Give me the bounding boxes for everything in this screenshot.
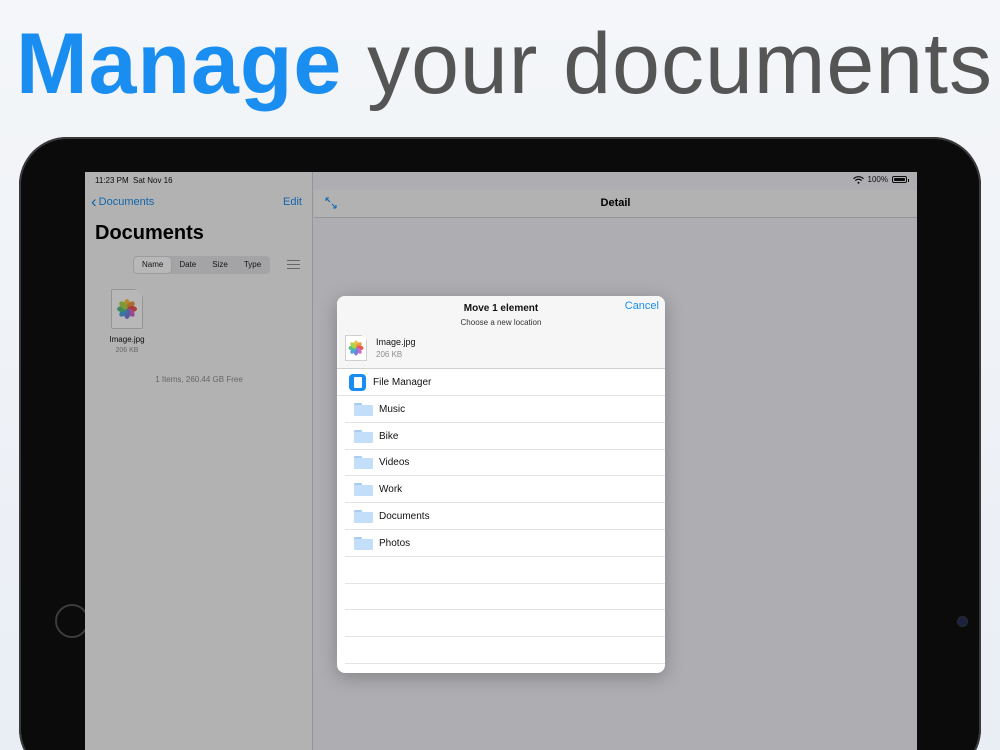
moving-file-size: 206 KB: [376, 350, 403, 359]
folder-row-documents[interactable]: Documents: [337, 503, 665, 530]
root-label: File Manager: [373, 376, 432, 388]
folder-icon: [354, 483, 373, 497]
moving-file-name: Image.jpg: [376, 337, 416, 347]
empty-row: [337, 584, 665, 611]
folder-label: Photos: [379, 537, 411, 549]
move-dialog: Move 1 element Choose a new location Can…: [337, 296, 665, 673]
move-dialog-header: Move 1 element Choose a new location Can…: [337, 296, 665, 369]
folder-label: Music: [379, 403, 406, 415]
folder-icon: [354, 429, 373, 443]
folder-row-bike[interactable]: Bike: [337, 423, 665, 450]
empty-row: [337, 637, 665, 664]
file-manager-app-icon: [349, 373, 366, 391]
ipad-screen: 11:23 PM Sat Nov 16 100% ‹ Documents Edi…: [85, 172, 917, 750]
moving-file-text: Image.jpg 206 KB: [376, 337, 416, 359]
folder-row-work[interactable]: Work: [337, 476, 665, 503]
empty-row: [337, 610, 665, 637]
empty-row: [337, 557, 665, 584]
move-dialog-subtitle: Choose a new location: [460, 318, 542, 327]
folder-icon: [354, 510, 373, 524]
folder-row-videos[interactable]: Videos: [337, 450, 665, 477]
moving-file-summary: Image.jpg 206 KB: [345, 335, 416, 361]
file-thumbnail: [345, 335, 367, 361]
folder-label: Work: [379, 484, 403, 496]
move-dialog-title: Move 1 element: [463, 303, 539, 314]
folder-label: Documents: [379, 511, 430, 523]
folder-icon: [354, 536, 373, 550]
folder-label: Bike: [379, 430, 399, 442]
location-root-file-manager[interactable]: File Manager: [337, 369, 665, 396]
camera-icon: [958, 617, 967, 626]
home-button[interactable]: [55, 604, 89, 638]
folder-row-photos[interactable]: Photos: [337, 530, 665, 557]
folder-icon: [354, 456, 373, 470]
marketing-headline: Manage your documents: [16, 14, 993, 114]
folder-list: Music Bike Videos Work Documents Photos: [337, 396, 665, 664]
photos-icon: [348, 340, 364, 356]
headline-rest: your documents: [342, 16, 993, 112]
folder-icon: [354, 402, 373, 416]
headline-strong: Manage: [16, 16, 343, 112]
folder-label: Videos: [379, 457, 410, 469]
folder-row-music[interactable]: Music: [337, 396, 665, 423]
cancel-button[interactable]: Cancel: [625, 300, 659, 312]
